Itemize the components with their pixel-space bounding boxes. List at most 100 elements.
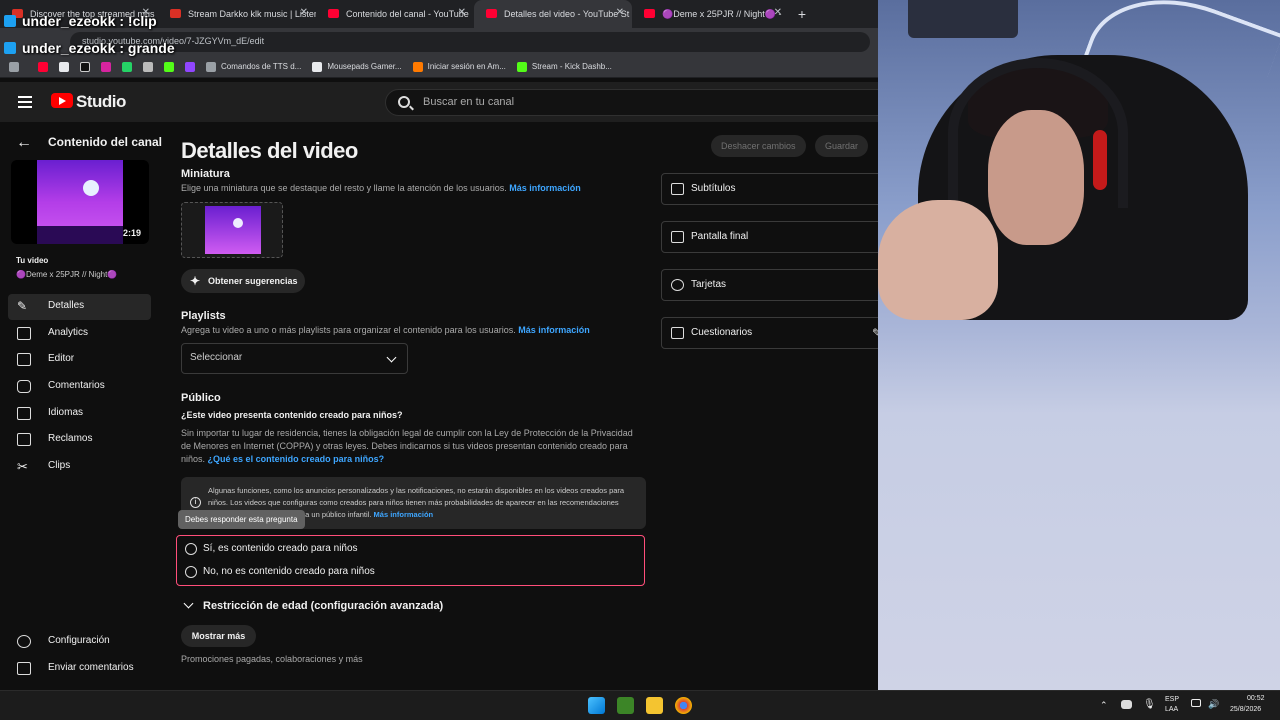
language-indicator[interactable]: ESP bbox=[1165, 696, 1179, 703]
channel-content-title[interactable]: Contenido del canal bbox=[48, 135, 162, 149]
sidebar-item-detalles[interactable]: ✎ Detalles bbox=[0, 300, 155, 316]
info-icon: i bbox=[190, 497, 201, 508]
audience-section-title: Público bbox=[181, 392, 221, 404]
show-more-button[interactable]: Mostrar más bbox=[181, 625, 256, 647]
search-placeholder: Buscar en tu canal bbox=[423, 96, 515, 108]
playlists-desc: Agrega tu video a uno o más playlists pa… bbox=[181, 324, 651, 337]
microphone-icon[interactable]: 🎙 bbox=[1143, 699, 1156, 710]
close-icon[interactable]: ✕ bbox=[616, 7, 624, 18]
thumbnail-image bbox=[205, 206, 261, 254]
search-input[interactable]: Buscar en tu canal bbox=[385, 89, 880, 116]
bookmark-item[interactable]: Stream - Kick Dashb... bbox=[516, 61, 612, 72]
network-icon[interactable] bbox=[1191, 699, 1201, 707]
taskbar: ⌃ 🎙 ESP LAA 🔊 00:52 25/8/2026 bbox=[0, 690, 1280, 720]
file-explorer-icon[interactable] bbox=[646, 697, 663, 714]
address-bar[interactable]: studio.youtube.com/video/7-JZGYVm_dE/edi… bbox=[70, 32, 870, 52]
sidebar-item-analytics[interactable]: Analytics bbox=[0, 327, 155, 343]
playlists-select[interactable]: Seleccionar bbox=[181, 343, 408, 374]
new-tab-button[interactable]: + bbox=[790, 6, 814, 22]
youtube-favicon bbox=[486, 9, 497, 18]
browser-tab[interactable]: 🟣Deme x 25PJR // Night🟣 - ✕ bbox=[632, 0, 790, 28]
x-bookmark-icon[interactable] bbox=[59, 61, 69, 72]
discord-icon[interactable] bbox=[1121, 700, 1132, 709]
end-screen-card[interactable]: Pantalla final✎ bbox=[661, 221, 901, 253]
close-icon[interactable]: ✕ bbox=[300, 7, 308, 18]
playlists-learn-more-link[interactable]: Más información bbox=[518, 325, 590, 335]
card-label: Tarjetas bbox=[691, 279, 727, 290]
bookmark-icon[interactable] bbox=[143, 61, 153, 72]
bookmark-item[interactable]: Mousepads Gamer... bbox=[312, 61, 402, 72]
youtube-bookmark-icon[interactable] bbox=[38, 61, 48, 72]
tiktok-bookmark-icon[interactable] bbox=[80, 61, 90, 72]
radio-no-label[interactable]: No, no es contenido creado para niños bbox=[203, 566, 375, 577]
quiz-icon bbox=[671, 327, 684, 339]
bookmark-label: Comandos de TTS d... bbox=[221, 62, 302, 71]
undo-changes-button[interactable]: Deshacer cambios bbox=[711, 135, 806, 157]
browser-tab[interactable]: Stream Darkko klk music | Listen ✕ bbox=[158, 0, 316, 28]
chrome-icon[interactable] bbox=[675, 697, 692, 714]
studio-logo-text: Studio bbox=[76, 92, 126, 111]
sidebar-item-settings[interactable]: Configuración bbox=[0, 635, 155, 651]
radio-yes-label[interactable]: Sí, es contenido creado para niños bbox=[203, 543, 358, 554]
age-restriction-toggle[interactable]: Restricción de edad (configuración avanz… bbox=[181, 598, 444, 612]
radio-yes[interactable] bbox=[185, 543, 197, 555]
save-button[interactable]: Guardar bbox=[815, 135, 869, 157]
keyboard-layout[interactable]: LAA bbox=[1165, 706, 1178, 713]
sidebar-item-clips[interactable]: ✂ Clips bbox=[0, 460, 155, 476]
sidebar-item-idiomas[interactable]: Idiomas bbox=[0, 407, 155, 423]
bookmark-label: Stream - Kick Dashb... bbox=[531, 62, 612, 71]
playlists-desc-text: Agrega tu video a uno o más playlists pa… bbox=[181, 325, 516, 335]
card-label: Subtítulos bbox=[691, 183, 736, 194]
subtitles-card[interactable]: Subtítulos✎ bbox=[661, 173, 901, 205]
card-label: Pantalla final bbox=[691, 231, 749, 242]
video-thumbnail[interactable]: 2:19 bbox=[11, 160, 149, 244]
editor-icon bbox=[17, 353, 31, 366]
youtube-logo-icon[interactable] bbox=[51, 93, 73, 108]
sidebar-item-reclamos[interactable]: Reclamos bbox=[0, 433, 155, 449]
quiz-card[interactable]: Cuestionarios ✎ bbox=[661, 317, 895, 349]
instagram-bookmark-icon[interactable] bbox=[101, 61, 111, 72]
menu-icon[interactable] bbox=[18, 96, 32, 108]
whatsapp-bookmark-icon[interactable] bbox=[122, 61, 132, 72]
info-learn-more-link[interactable]: Más información bbox=[374, 510, 434, 519]
thumbnail-learn-more-link[interactable]: Más información bbox=[509, 183, 581, 193]
browser-tab-active[interactable]: Detalles del video - YouTube St ✕ bbox=[474, 0, 632, 28]
volume-icon[interactable]: 🔊 bbox=[1208, 699, 1219, 710]
close-icon[interactable]: ✕ bbox=[774, 7, 782, 18]
clock-time[interactable]: 00:52 bbox=[1247, 695, 1265, 702]
thumbnail-picker[interactable] bbox=[181, 202, 283, 258]
bookmark-icon bbox=[206, 61, 216, 72]
thumbnail-desc: Elige una miniatura que se destaque del … bbox=[181, 182, 651, 195]
made-for-kids-question: ¿Este video presenta contenido creado pa… bbox=[181, 410, 403, 420]
twitch-bookmark-icon[interactable] bbox=[185, 61, 195, 72]
sidebar-item-comentarios[interactable]: Comentarios bbox=[0, 380, 155, 396]
bookmark-item[interactable]: Comandos de TTS d... bbox=[206, 61, 302, 72]
sidebar-item-feedback[interactable]: Enviar comentarios bbox=[0, 662, 155, 678]
age-restriction-label: Restricción de edad (configuración avanz… bbox=[203, 600, 444, 612]
windows-start-icon[interactable] bbox=[588, 697, 605, 714]
bookmark-item[interactable]: Iniciar sesión en Am... bbox=[412, 61, 506, 72]
kick-bookmark-icon[interactable] bbox=[164, 61, 174, 72]
headset-light bbox=[1093, 130, 1107, 190]
coppa-desc: Sin importar tu lugar de residencia, tie… bbox=[181, 427, 641, 466]
sidebar-item-label: Analytics bbox=[48, 327, 89, 338]
video-duration: 2:19 bbox=[122, 228, 141, 238]
bookmarks-bar: Comandos de TTS d... Mousepads Gamer... … bbox=[0, 56, 880, 78]
sidebar-item-label: Configuración bbox=[48, 635, 110, 646]
close-icon[interactable]: ✕ bbox=[458, 7, 466, 18]
chevron-down-icon bbox=[386, 352, 397, 363]
bookmark-label: Iniciar sesión en Am... bbox=[427, 62, 506, 71]
cards-card[interactable]: Tarjetas✎ bbox=[661, 269, 901, 301]
page-title: Detalles del video bbox=[181, 138, 358, 163]
minecraft-icon[interactable] bbox=[617, 697, 634, 714]
apps-grid-icon[interactable] bbox=[9, 61, 19, 72]
clock-date[interactable]: 25/8/2026 bbox=[1230, 706, 1261, 713]
sidebar-item-editor[interactable]: Editor bbox=[0, 353, 155, 369]
made-for-kids-link[interactable]: ¿Qué es el contenido creado para niños? bbox=[208, 454, 385, 464]
back-arrow-icon[interactable]: ← bbox=[16, 134, 32, 152]
browser-tab[interactable]: Contenido del canal - YouTube ✕ bbox=[316, 0, 474, 28]
tray-chevron-icon[interactable]: ⌃ bbox=[1100, 700, 1108, 711]
get-suggestions-button[interactable]: ✦ Obtener sugerencias bbox=[181, 269, 305, 293]
radio-no[interactable] bbox=[185, 566, 197, 578]
card-label: Cuestionarios bbox=[691, 327, 753, 338]
